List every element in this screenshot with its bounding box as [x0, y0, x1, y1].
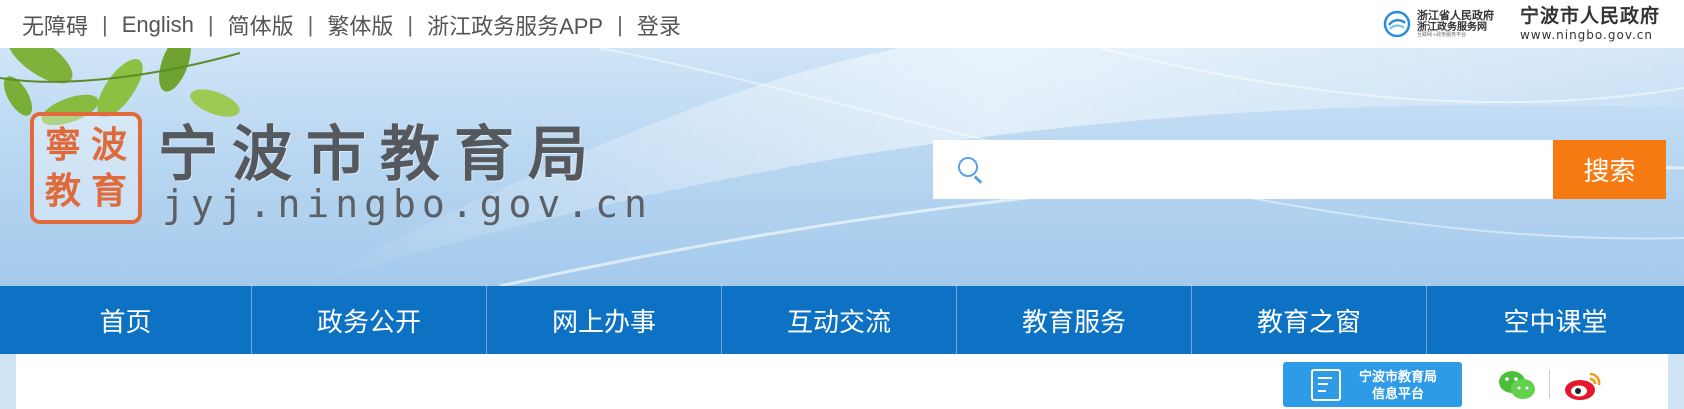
nav-item-air-classroom[interactable]: 空中课堂 [1427, 286, 1684, 354]
login-link[interactable]: 登录 [637, 9, 681, 41]
nav-item-government-affairs[interactable]: 政务公开 [252, 286, 487, 354]
top-utility-bar: 无障碍 | English | 简体版 | 繁体版 | 浙江政务服务APP | … [0, 0, 1684, 48]
zhejiang-logo-text: 浙江省人民政府 浙江政务服务网 互联网+政务服务平台 [1416, 8, 1494, 39]
zhejiang-logo-line1: 浙江省人民政府 [1416, 8, 1494, 22]
social-divider [1549, 370, 1550, 398]
government-logos: 浙江省人民政府 浙江政务服务网 互联网+政务服务平台 宁波市人民政府 www.n… [1383, 2, 1660, 46]
english-link[interactable]: English [122, 12, 194, 38]
seal-char: 波 [90, 124, 127, 166]
nav-item-online-services[interactable]: 网上办事 [487, 286, 722, 354]
accessibility-link[interactable]: 无障碍 [22, 9, 88, 41]
search-box [933, 140, 1557, 199]
education-bureau-seal-logo: 寧 波 教 育 [30, 112, 142, 224]
info-platform-line1: 宁波市教育局 [1359, 368, 1438, 384]
search-input[interactable] [993, 140, 1557, 199]
info-platform-line2: 信息平台 [1372, 385, 1425, 401]
separator: | [102, 12, 108, 37]
ningbo-government-logo[interactable]: 宁波市人民政府 www.ningbo.gov.cn [1520, 6, 1660, 42]
separator: | [407, 12, 414, 37]
separator: | [617, 12, 623, 37]
zhejiang-emblem-icon [1383, 10, 1411, 38]
nav-item-home[interactable]: 首页 [0, 286, 252, 354]
weibo-icon[interactable] [1564, 368, 1604, 402]
search-button[interactable]: 搜索 [1553, 140, 1666, 199]
info-platform-label: 宁波市教育局 信息平台 [1359, 368, 1437, 402]
info-platform-button[interactable]: 宁波市教育局 信息平台 [1283, 362, 1462, 407]
seal-char: 育 [90, 170, 127, 212]
seal-char: 寧 [44, 124, 81, 166]
header-banner: 寧 波 教 育 宁波市教育局 jyj.ningbo.gov.cn 搜索 [0, 48, 1684, 286]
simplified-chinese-link[interactable]: 简体版 [228, 9, 294, 41]
utility-links: 无障碍 | English | 简体版 | 繁体版 | 浙江政务服务APP | … [22, 9, 681, 41]
search-icon [933, 140, 993, 199]
nav-item-education-window[interactable]: 教育之窗 [1192, 286, 1427, 354]
traditional-chinese-link[interactable]: 繁体版 [327, 9, 393, 41]
separator: | [207, 12, 214, 37]
wechat-icon[interactable] [1497, 368, 1537, 402]
zhejiang-government-logo[interactable]: 浙江省人民政府 浙江政务服务网 互联网+政务服务平台 [1383, 8, 1494, 39]
document-icon [1311, 368, 1341, 401]
nav-item-education-services[interactable]: 教育服务 [957, 286, 1192, 354]
separator: | [307, 12, 314, 37]
site-title: 宁波市教育局 [158, 120, 602, 190]
main-navigation: 首页 政务公开 网上办事 互动交流 教育服务 教育之窗 空中课堂 [0, 286, 1684, 354]
zhejiang-app-link[interactable]: 浙江政务服务APP [427, 9, 603, 41]
site-domain: jyj.ningbo.gov.cn [162, 182, 653, 226]
ningbo-government-url: www.ningbo.gov.cn [1519, 28, 1654, 42]
nav-item-interaction[interactable]: 互动交流 [722, 286, 957, 354]
ningbo-government-name: 宁波市人民政府 [1519, 6, 1660, 27]
zhejiang-logo-line3: 互联网+政务服务平台 [1416, 31, 1467, 38]
seal-char: 教 [44, 170, 81, 212]
